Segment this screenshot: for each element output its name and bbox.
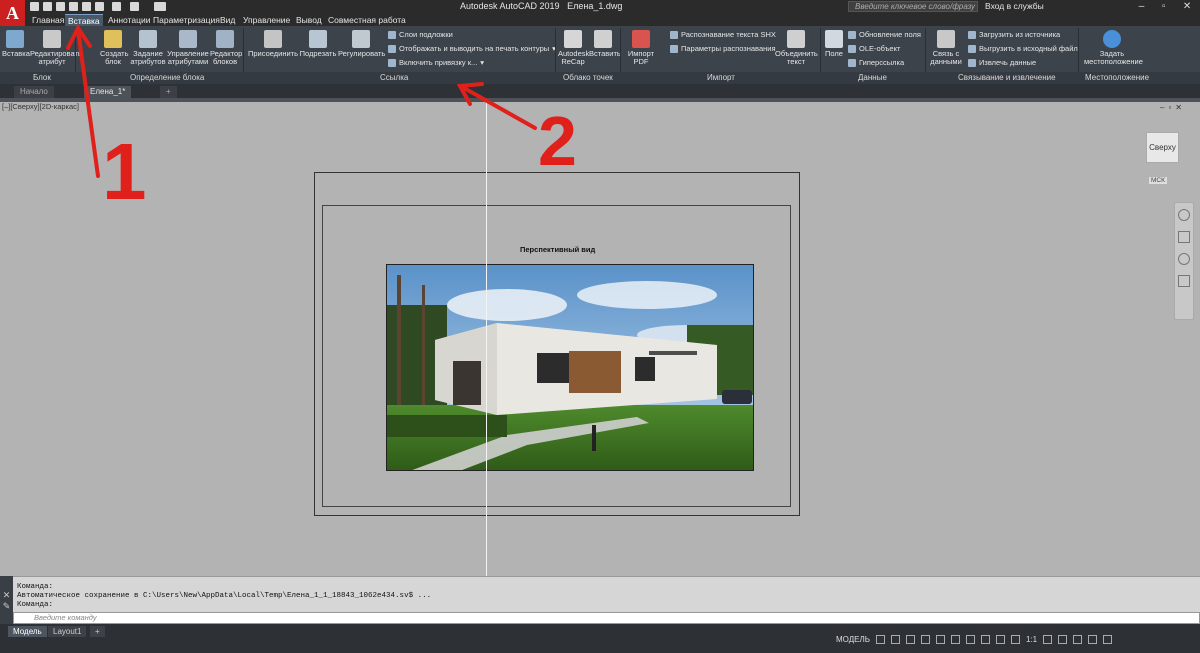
gear-icon[interactable] (1043, 635, 1053, 644)
command-history-line: Команда: (17, 601, 54, 609)
annotation-visibility-icon[interactable] (1010, 635, 1020, 644)
selection-cycling-icon[interactable] (995, 635, 1005, 644)
transparency-icon[interactable] (980, 635, 990, 644)
snap-mode-icon[interactable] (890, 635, 900, 644)
wrench-icon[interactable]: ✎ (0, 601, 13, 612)
ortho-icon[interactable] (905, 635, 915, 644)
otrack-icon[interactable] (950, 635, 960, 644)
polar-icon[interactable] (920, 635, 930, 644)
lineweight-icon[interactable] (965, 635, 975, 644)
isolate-icon[interactable] (1073, 635, 1083, 644)
arrow-1-shaft (76, 28, 100, 178)
app-menu-button[interactable]: A (0, 0, 25, 26)
add-layout-button[interactable]: + (90, 626, 105, 637)
arrow-2-shaft (462, 86, 537, 130)
annotation-arrows (66, 24, 537, 178)
annotation-number-2: 2 (538, 102, 577, 180)
tab-layout1[interactable]: Layout1 (48, 626, 87, 637)
model-space-toggle[interactable]: МОДЕЛЬ (836, 635, 870, 644)
tab-model[interactable]: Модель (8, 626, 47, 637)
close-icon[interactable]: ✕ (0, 590, 13, 601)
annotation-number-1: 1 (102, 127, 147, 216)
osnap-icon[interactable] (935, 635, 945, 644)
command-line-handle[interactable]: ✕ ✎ (0, 576, 13, 624)
command-input[interactable]: Введите команду (13, 612, 1200, 624)
command-history-line: Автоматическое сохранение в C:\Users\New… (17, 592, 432, 600)
plus-icon[interactable] (1058, 635, 1068, 644)
grid-icon[interactable] (875, 635, 885, 644)
command-history-line: Команда: (17, 583, 54, 591)
fullscreen-icon[interactable] (1088, 635, 1098, 644)
customize-icon[interactable] (1103, 635, 1113, 644)
status-toggles: МОДЕЛЬ 1:1 (836, 635, 1113, 644)
annotation-scale[interactable]: 1:1 (1026, 635, 1037, 644)
autocad-window: A Autodesk AutoCAD 2019 Елена_1.dwg Введ… (0, 0, 1200, 653)
